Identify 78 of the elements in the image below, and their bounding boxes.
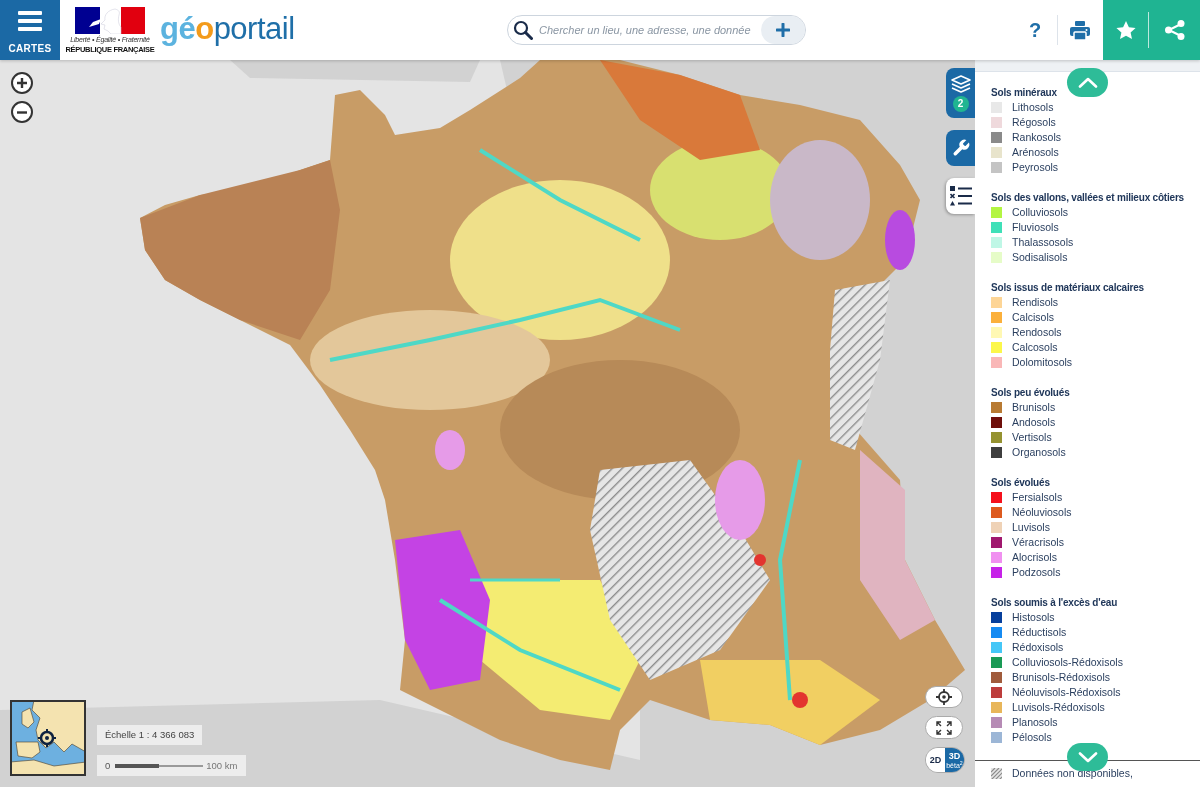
legend-label: Podzosols: [1012, 565, 1061, 580]
legend-label: Néoluviosols: [1012, 505, 1072, 520]
legend-label: Fersialsols: [1012, 490, 1063, 505]
scale-end-label: 100 km: [206, 760, 238, 771]
view-mode-button[interactable]: 2D: [926, 748, 945, 772]
legend-section-title: Sols évolués: [991, 476, 1050, 490]
legend-label: Peyrosols: [1012, 160, 1059, 175]
hatched-swatch-icon: [991, 768, 1002, 779]
share-button[interactable]: [1149, 0, 1200, 60]
locate-button[interactable]: [925, 686, 963, 708]
legend-label: Régosols: [1012, 115, 1056, 130]
flag-emblem-icon: [75, 6, 145, 34]
search-field[interactable]: Chercher un lieu, une adresse, une donnée: [507, 15, 806, 45]
legend-section-title: Sols des vallons, vallées et milieux côtiers: [991, 191, 1184, 205]
legend-label: Colluviosols-Rédoxisols: [1012, 655, 1123, 670]
legend-button[interactable]: [946, 178, 975, 214]
legend-label: Histosols: [1012, 610, 1055, 625]
legend-label: Données non disponibles,: [1012, 766, 1133, 781]
crosshair-icon: [38, 729, 56, 747]
legend-label: Brunisols-Rédoxisols: [1012, 670, 1111, 685]
legend-label: Lithosols: [1012, 100, 1054, 115]
legend-label: Arénosols: [1012, 145, 1059, 160]
legend-label: Rédoxisols: [1012, 640, 1064, 655]
legend-label: Rankosols: [1012, 130, 1062, 145]
list-icon: [949, 186, 972, 206]
legend-label: Rendisols: [1012, 295, 1059, 310]
legend-label: Alocrisols: [1012, 550, 1057, 565]
soil-spot: [792, 692, 808, 708]
legend-section-title: Sols peu évolués: [991, 386, 1070, 400]
site-logo[interactable]: géoportail: [160, 13, 310, 47]
scale-label: Échelle 1 : 4 366 083: [97, 725, 203, 745]
layers-icon: [950, 75, 971, 93]
favorite-button[interactable]: [1103, 0, 1148, 60]
legend-label: Véracrisols: [1012, 535, 1064, 550]
chevron-up-icon: [1077, 77, 1098, 88]
legend-label: Dolomitosols: [1012, 355, 1073, 370]
legend-label: Sodisalisols: [1012, 250, 1068, 265]
search-icon: [513, 20, 533, 40]
legend-label: Planosols: [1012, 715, 1058, 730]
legend-label: Réductisols: [1012, 625, 1067, 640]
soil-zone: [435, 430, 465, 470]
add-button[interactable]: [761, 16, 805, 44]
soil-spot: [754, 554, 766, 566]
legend-label: Organosols: [1012, 445, 1066, 460]
legend-label: Pélosols: [1012, 730, 1052, 745]
menu-icon: [18, 11, 42, 31]
chevron-down-icon: [1077, 751, 1098, 763]
legend-section-title: Sols soumis à l'excès d'eau: [991, 596, 1118, 610]
target-icon: [936, 689, 952, 705]
legend-label: Fluviosols: [1012, 220, 1059, 235]
minus-icon: [16, 110, 28, 114]
legend-section-title: Sols issus de matériaux calcaires: [991, 281, 1144, 295]
legend-label: Rendosols: [1012, 325, 1062, 340]
legend-label: Vertisols: [1012, 430, 1052, 445]
layer-count-badge: 2: [952, 96, 969, 112]
scale-start-label: 0: [105, 760, 111, 771]
legend-section-title: Sols minéraux: [991, 86, 1057, 100]
soil-zone: [885, 210, 915, 270]
legend-label: Luvisols: [1012, 520, 1050, 535]
help-button[interactable]: ?: [1020, 15, 1050, 45]
plus-icon: [16, 77, 28, 89]
legend-label: Colluviosols: [1012, 205, 1069, 220]
plus-icon: [776, 23, 790, 37]
legend-label: Néoluvisols-Rédoxisols: [1012, 685, 1121, 700]
legend-label: Andosols: [1012, 415, 1056, 430]
search-input[interactable]: Chercher un lieu, une adresse, une donnée: [539, 19, 753, 41]
expand-icon: [936, 720, 952, 735]
legend-label: Calcosols: [1012, 340, 1058, 355]
legend-label: Calcisols: [1012, 310, 1054, 325]
legend-label: Brunisols: [1012, 400, 1056, 415]
maps-menu-button[interactable]: CARTES: [0, 0, 60, 60]
printer-icon: [1070, 20, 1090, 40]
legend-label: Thalassosols: [1012, 235, 1074, 250]
legend-label: Luvisols-Rédoxisols: [1012, 700, 1105, 715]
star-icon: [1115, 20, 1136, 40]
tools-button[interactable]: [946, 130, 975, 166]
share-icon: [1164, 20, 1185, 40]
overview-map[interactable]: [10, 700, 86, 776]
